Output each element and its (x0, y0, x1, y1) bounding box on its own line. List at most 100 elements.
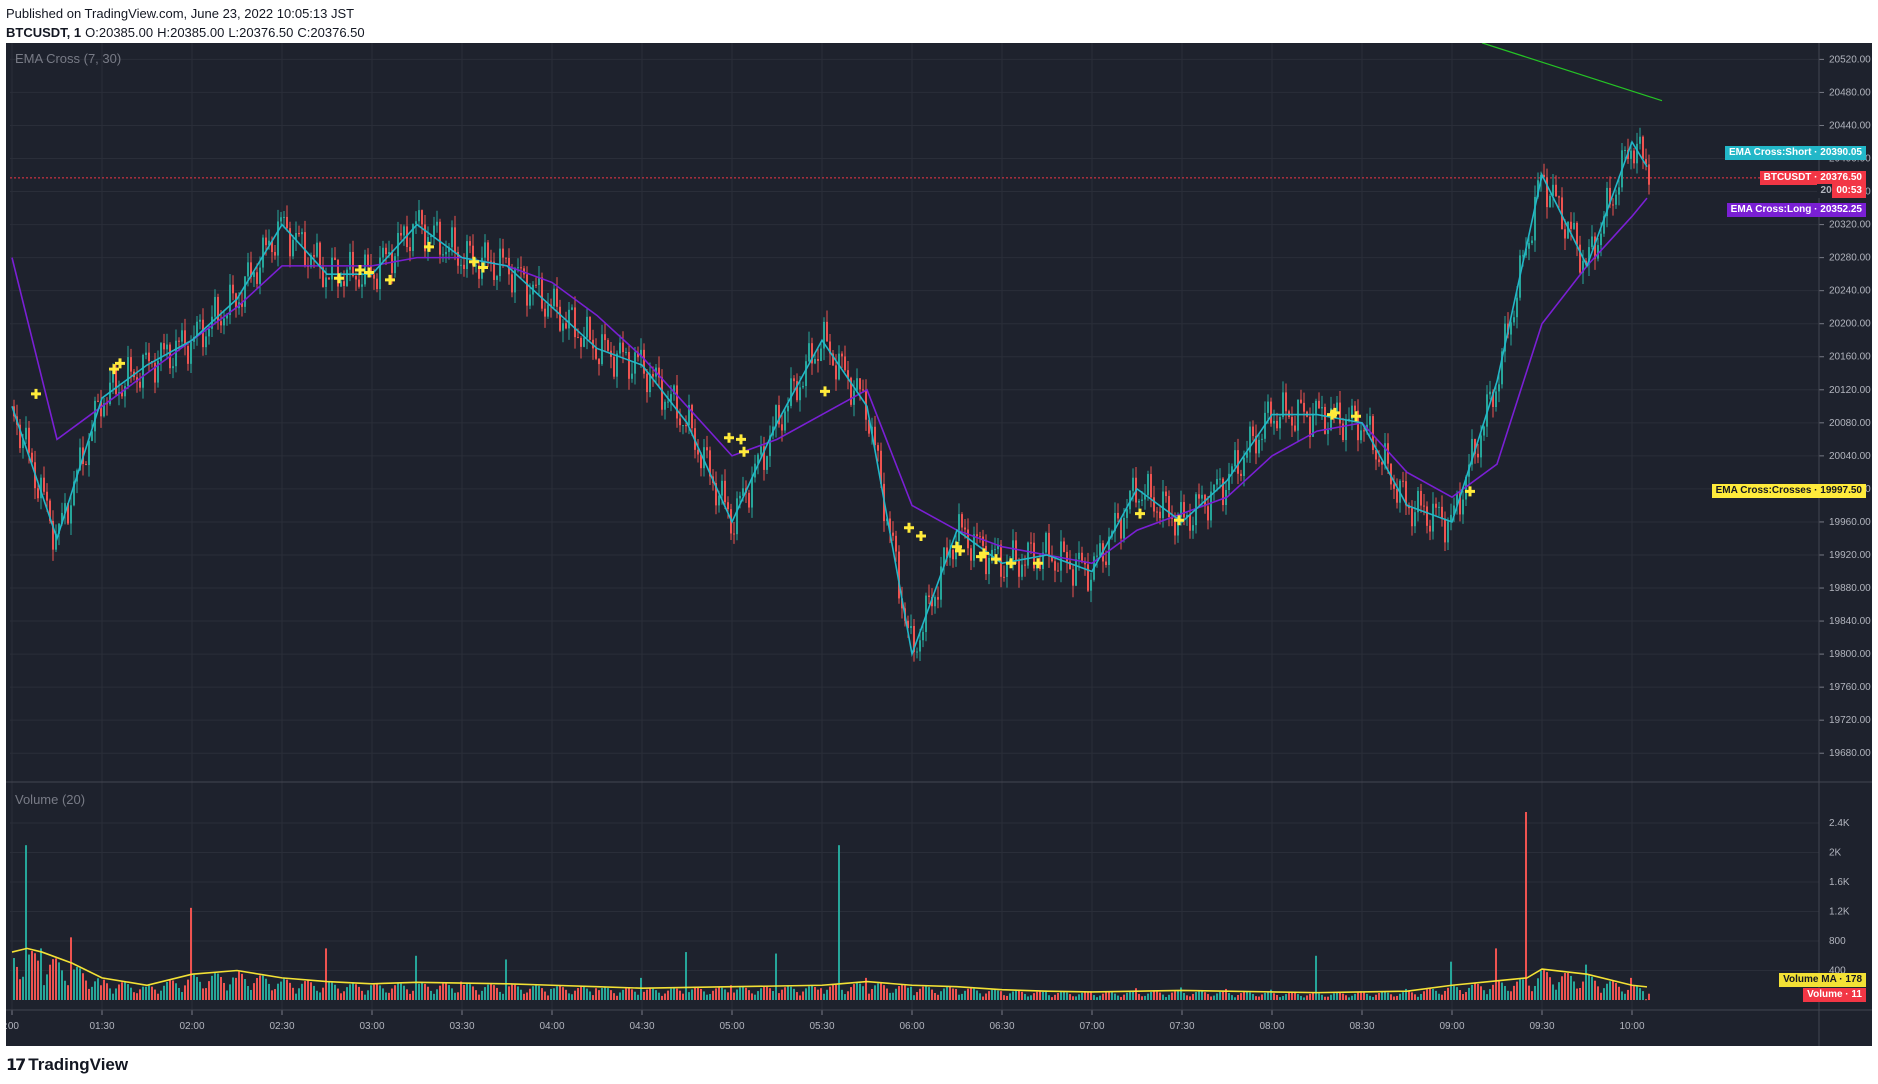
volume-bar (934, 992, 936, 1000)
volume-bar (331, 982, 333, 1000)
volume-bar (589, 991, 591, 1000)
volume-bar (592, 995, 594, 1000)
volume-bar (892, 992, 894, 1000)
time-tick-label: 06:00 (899, 1021, 924, 1032)
volume-bar (103, 979, 105, 1000)
volume-bar (991, 989, 993, 1000)
candle-body (1045, 532, 1047, 553)
volume-bar (1099, 995, 1101, 1000)
volume-bar (508, 986, 510, 1000)
volume-bar (1171, 992, 1173, 1000)
candle-body (1192, 525, 1194, 531)
candle-body (1648, 164, 1650, 185)
time-tick-label: 05:00 (719, 1021, 744, 1032)
cross-marker (1135, 508, 1145, 519)
volume-bar (598, 990, 600, 1000)
candle-body (544, 308, 546, 317)
candle-body (1270, 401, 1272, 424)
candle-body (922, 632, 924, 641)
candle-body (277, 221, 279, 256)
candle-body (622, 342, 624, 353)
candle-body (619, 342, 621, 354)
volume-bar (1597, 986, 1599, 1000)
volume-bar (1408, 991, 1410, 1000)
volume-bar (622, 989, 624, 1000)
chart-canvas[interactable]: 19680.00 19720.00 19760.00 19800.00 19840.00… (6, 43, 1872, 1046)
candle-body (244, 276, 246, 307)
volume-bar (244, 979, 246, 1000)
candle-body (163, 343, 165, 350)
volume-bar (220, 976, 222, 1000)
volume-bar (58, 962, 60, 1000)
volume-bar (166, 982, 168, 1000)
volume-bar (1363, 992, 1365, 1000)
candle-body (349, 251, 351, 270)
volume-bar (37, 960, 39, 1000)
volume-tick-label: 800 (1829, 936, 1846, 947)
volume-bar (1420, 993, 1422, 1000)
volume-bar (1423, 991, 1425, 1000)
volume-bar (568, 993, 570, 1000)
volume-bar (1126, 992, 1128, 1000)
volume-bar (1618, 986, 1620, 1000)
volume-bar (1144, 995, 1146, 1000)
candle-body (400, 232, 402, 236)
volume-bar (481, 990, 483, 1000)
candle-body (1441, 506, 1443, 519)
volume-bar (535, 985, 537, 1000)
candle-body (1570, 221, 1572, 229)
candle-body (1294, 425, 1296, 431)
volume-bar (847, 991, 849, 1000)
volume-bar (34, 953, 36, 1000)
candle-body (403, 226, 405, 236)
candle-body (262, 237, 264, 268)
volume-bar (403, 985, 405, 1000)
volume-bar (676, 988, 678, 1000)
tradingview-brand[interactable]: 𝟭𝟳 TradingView (6, 1055, 128, 1075)
candle-body (517, 267, 519, 269)
volume-bar (646, 989, 648, 1000)
candle-body (127, 357, 129, 387)
volume-bar (154, 989, 156, 1000)
chart-frame[interactable]: 19680.00 19720.00 19760.00 19800.00 19840.00… (6, 43, 1872, 1046)
candle-body (1426, 506, 1428, 526)
volume-bar (136, 993, 138, 1000)
candle-body (1003, 576, 1005, 578)
volume-bar (1066, 992, 1068, 1000)
volume-bar (277, 983, 279, 1000)
volume-bar (436, 989, 438, 1000)
ohlc-c: C:20376.50 (297, 25, 365, 40)
crosses-label: EMA Cross:Crosses · 19997.50 (1711, 483, 1866, 498)
volume-bar (157, 993, 159, 1000)
volume-bar (1015, 990, 1017, 1000)
candle-body (385, 247, 387, 255)
candle-body (331, 257, 333, 280)
volume-bar (856, 982, 858, 1000)
volume-bar (358, 986, 360, 1000)
volume-bar (16, 966, 18, 1000)
candle-body (1237, 450, 1239, 474)
time-tick-label: 08:30 (1349, 1021, 1374, 1032)
candle-body (565, 323, 567, 329)
candle-body (1141, 499, 1143, 501)
volume-bar (262, 975, 264, 1000)
candle-body (415, 221, 417, 225)
volume-bar (802, 991, 804, 1000)
volume-bar (547, 995, 549, 1000)
candle-body (856, 378, 858, 391)
candle-body (844, 356, 846, 371)
volume-bar (367, 990, 369, 1000)
volume-bar (73, 969, 75, 1000)
volume-bar (1609, 981, 1611, 1000)
volume-bar (904, 985, 906, 1000)
volume-bar (928, 987, 930, 1000)
volume-bar (349, 984, 351, 1000)
volume-bar (760, 988, 762, 1000)
candle-body (1021, 564, 1023, 577)
candle-body (1558, 196, 1560, 198)
volume-bar (517, 986, 519, 1000)
volume-bar (265, 978, 267, 1000)
candle-body (142, 355, 144, 388)
volume-bar (1486, 994, 1488, 1000)
volume-bar (1237, 994, 1239, 1000)
